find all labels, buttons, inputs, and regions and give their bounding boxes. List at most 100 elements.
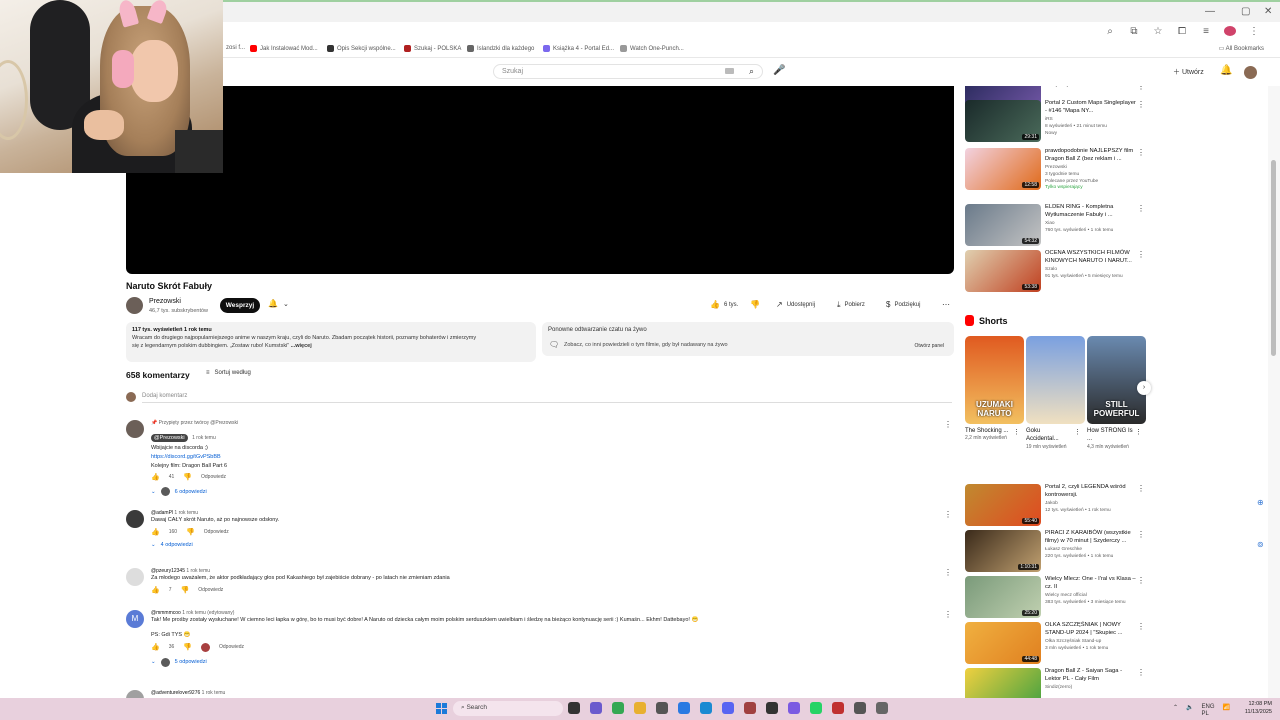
file-explorer-icon[interactable] — [568, 702, 580, 714]
notifications-icon[interactable]: 🔔 — [1220, 65, 1232, 76]
recommended-video[interactable]: 54:32 ELDEN RING - Kompletna Wytłumaczeni… — [965, 204, 1145, 248]
notification-bell-icon[interactable]: 🔔 — [268, 299, 278, 308]
recommended-video[interactable]: 12:58 prawdopodobnie NAJLEPSZY film Drago… — [965, 148, 1145, 192]
short-title[interactable]: Goku Accidental... — [1026, 427, 1074, 444]
more-icon[interactable]: ⋮ — [1137, 148, 1145, 157]
add-comment-input[interactable]: Dodaj komentarz — [142, 393, 952, 403]
short-thumbnail[interactable] — [1026, 336, 1085, 424]
sort-button[interactable]: ≡ Sortuj według — [206, 370, 251, 376]
more-icon[interactable]: ⋮ — [1137, 204, 1145, 213]
settings-icon[interactable] — [876, 702, 888, 714]
more-icon[interactable]: ⋮ — [1137, 668, 1145, 677]
short-item[interactable]: Goku Accidental... 19 mln wyświetleń ⋮ — [1026, 336, 1085, 451]
short-item[interactable]: STILL POWERFUL How STRONG Is ... 4,3 mln w… — [1087, 336, 1146, 451]
more-icon[interactable]: ⋮ — [944, 510, 952, 519]
comment-author[interactable]: @Prezowski — [151, 434, 188, 442]
avatar[interactable] — [126, 420, 144, 438]
app-icon[interactable] — [832, 702, 844, 714]
video-thumbnail[interactable]: 55:40 — [965, 484, 1041, 526]
video-title[interactable]: PIRACI Z KARAIBÓW (wszystkie filmy) w 70… — [1045, 530, 1137, 546]
video-title[interactable]: OLKA SZCZĘŚNIAK | NOWY STAND-UP 2024 | "… — [1045, 622, 1137, 638]
video-thumbnail[interactable]: 29:31 — [965, 100, 1041, 142]
windows-start-icon[interactable] — [436, 703, 447, 714]
bookmark-item[interactable]: Islandzki dla każdego — [467, 45, 534, 52]
support-button[interactable]: Wesprzyj — [220, 298, 260, 313]
close-button[interactable]: ✕ — [1264, 6, 1272, 17]
star-icon[interactable]: ☆ — [1152, 26, 1164, 39]
minimize-button[interactable]: — — [1205, 6, 1215, 17]
game-icon[interactable] — [854, 702, 866, 714]
bookmark-partial[interactable]: zosi f... — [226, 45, 245, 51]
clock[interactable]: 12:08 PM 11/13/2025 — [1245, 700, 1272, 717]
edge-icon[interactable] — [700, 702, 712, 714]
store-icon[interactable] — [656, 702, 668, 714]
scroll-thumb[interactable] — [1271, 160, 1276, 356]
open-panel-button[interactable]: Otwórz panel — [915, 343, 944, 349]
search-icon[interactable]: ⌕ — [749, 66, 754, 77]
recommended-video[interactable]: 29:31 Portal 2 Custom Maps Singleplayer -… — [965, 100, 1145, 144]
video-thumbnail[interactable]: 54:32 — [965, 204, 1041, 246]
thumbs-up-icon[interactable]: 👍 — [151, 643, 160, 651]
more-actions-icon[interactable]: ⋯ — [942, 300, 950, 309]
bookmark-item[interactable]: Watch One-Punch... — [620, 45, 684, 52]
short-title[interactable]: How STRONG Is ... — [1087, 427, 1135, 444]
video-thumbnail[interactable]: 44:48 — [965, 622, 1041, 664]
recommended-video[interactable]: 53:38 OCENA WSZYSTKICH FILMÓW KINOWYCH NA… — [965, 250, 1145, 294]
chevron-down-icon[interactable]: ⌄ — [283, 300, 289, 308]
more-icon[interactable]: ⋮ — [1137, 86, 1145, 91]
view-replies-button[interactable]: ⌄ 5 odpowiedzi — [151, 657, 941, 667]
discord-icon[interactable] — [722, 702, 734, 714]
more-icon[interactable]: ⋮ — [1137, 530, 1145, 539]
short-thumbnail[interactable]: STILL POWERFUL — [1087, 336, 1146, 424]
extensions-icon[interactable]: ⧠ — [1176, 26, 1188, 39]
reply-button[interactable]: Odpowiedz — [201, 474, 226, 480]
avatar[interactable] — [126, 510, 144, 528]
messenger-icon[interactable] — [678, 702, 690, 714]
dislike-button[interactable]: 👎 — [750, 300, 760, 309]
side-panel-icon[interactable]: ⊕ — [1257, 498, 1264, 507]
comment-link[interactable]: https://discord.gg/tGvPSbBB — [151, 453, 941, 462]
recommended-video[interactable]: Dragon Ball Z - Saiyan Saga - Lektor PL … — [965, 668, 1145, 700]
avatar[interactable] — [126, 568, 144, 586]
comment-author[interactable]: @adventurelover9276 — [151, 690, 200, 696]
more-icon[interactable]: ⋮ — [1137, 100, 1145, 109]
video-title[interactable]: ELDEN RING - Kompletna Wytłumaczenie Fab… — [1045, 204, 1137, 220]
video-title[interactable]: Portal 2, czyli LEGENDA wśród kontrowers… — [1045, 484, 1137, 500]
zoom-icon[interactable]: ⌕ — [1104, 26, 1116, 39]
copilot-icon[interactable]: ⊚ — [1257, 540, 1264, 549]
profile-avatar[interactable] — [1224, 26, 1236, 39]
system-tray[interactable]: ⌃ 🔈 ENG PL 📶 — [1173, 704, 1230, 718]
video-thumbnail[interactable]: 53:38 — [965, 250, 1041, 292]
account-avatar[interactable] — [1244, 66, 1257, 79]
short-title[interactable]: The Shocking ... — [965, 427, 1013, 435]
more-icon[interactable]: ⋮ — [1013, 428, 1020, 436]
thumbs-down-icon[interactable]: 👎 — [183, 473, 192, 481]
channel-name[interactable]: Prezowski — [149, 298, 181, 305]
thanks-button[interactable]: $ Podziękuj — [886, 300, 920, 309]
like-button[interactable]: 👍 6 tys. — [710, 300, 738, 309]
more-icon[interactable]: ⋮ — [1137, 484, 1145, 493]
folder-icon[interactable] — [634, 702, 646, 714]
thumbs-up-icon[interactable]: 👍 — [151, 473, 160, 481]
keyboard-icon[interactable] — [725, 68, 734, 74]
video-thumbnail[interactable] — [965, 668, 1041, 700]
menu-icon[interactable]: ≡ — [1200, 26, 1212, 39]
recommended-video[interactable]: 55:40 Portal 2, czyli LEGENDA wśród kontr… — [965, 484, 1145, 528]
taskbar-search[interactable]: ⌕ Search — [453, 701, 563, 716]
whatsapp-icon[interactable] — [810, 702, 822, 714]
chevron-right-icon[interactable]: › — [1137, 381, 1151, 395]
video-thumbnail[interactable]: 25:20 — [965, 576, 1041, 618]
more-icon[interactable]: ⋮ — [1137, 576, 1145, 585]
reply-button[interactable]: Odpowiedz — [219, 644, 244, 650]
obs-icon[interactable] — [766, 702, 778, 714]
create-button[interactable]: ＋ Utwórz — [1173, 67, 1204, 77]
reply-button[interactable]: Odpowiedz — [204, 529, 229, 535]
thumbs-down-icon[interactable]: 👎 — [181, 586, 190, 594]
messenger-icon[interactable] — [788, 702, 800, 714]
thumbs-up-icon[interactable]: 👍 — [151, 586, 160, 594]
install-icon[interactable]: ⧉ — [1128, 26, 1140, 39]
short-item[interactable]: UZUMAKI NARUTO The Shocking ... 2,2 mln wy… — [965, 336, 1024, 442]
microphone-icon[interactable]: 🎤 — [773, 65, 785, 76]
view-replies-button[interactable]: ⌄ 6 odpowiedzi — [151, 487, 941, 497]
video-title[interactable]: Wielcy Mlecz: One - I'ral vs Klasa – cz.… — [1045, 576, 1137, 592]
